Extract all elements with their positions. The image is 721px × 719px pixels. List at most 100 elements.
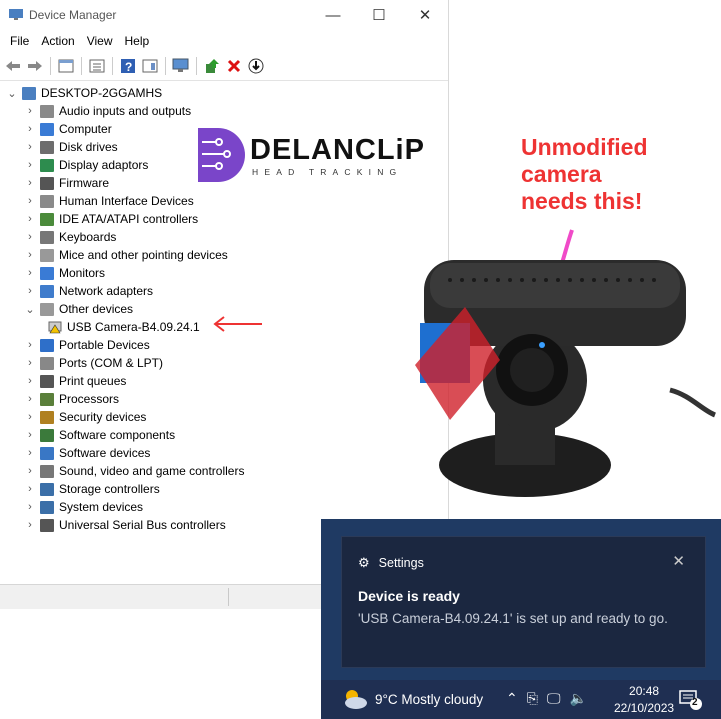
clock[interactable]: 20:48 22/10/2023 [614,683,674,717]
scan-hardware-icon[interactable] [172,57,190,75]
chevron-right-icon[interactable]: › [24,501,36,513]
tree-category-item[interactable]: › Storage controllers [24,480,160,498]
chevron-right-icon[interactable]: › [24,285,36,297]
delanclip-logo-mark [198,128,245,182]
tree-category-item[interactable]: › Computer [24,120,112,138]
chevron-right-icon[interactable]: › [24,231,36,243]
list-view-icon[interactable] [88,57,106,75]
tree-category-item[interactable]: › Human Interface Devices [24,192,194,210]
system-device-icon [40,500,54,514]
notification-toast[interactable]: ⚙ Settings ✕ Device is ready 'USB Camera… [341,536,706,668]
chevron-right-icon[interactable]: › [24,429,36,441]
download-driver-icon[interactable] [247,57,265,75]
menu-action[interactable]: Action [35,34,80,48]
tree-category-item[interactable]: ⌄ Other devices [24,300,133,318]
weather-cloudy-icon[interactable] [341,687,369,711]
back-arrow-icon[interactable] [4,57,22,75]
tree-category-item[interactable]: › Universal Serial Bus controllers [24,516,226,534]
chevron-right-icon[interactable]: › [24,177,36,189]
help-icon[interactable]: ? [119,57,137,75]
minimize-button[interactable]: — [310,0,356,30]
logo-tagline: HEAD TRACKING [252,167,403,177]
chevron-right-icon[interactable]: › [24,465,36,477]
annotation-line: Unmodified [521,134,648,160]
tree-item-label: Keyboards [59,230,117,244]
toast-close-button[interactable]: ✕ [672,552,685,570]
tree-category-item[interactable]: › Software devices [24,444,150,462]
menu-help[interactable]: Help [119,34,156,48]
tree-category-item[interactable]: › Monitors [24,264,105,282]
software-component-icon [40,428,54,442]
menu-file[interactable]: File [4,34,35,48]
chevron-right-icon[interactable]: › [24,483,36,495]
tree-category-item[interactable]: › Audio inputs and outputs [24,102,191,120]
tree-category-item[interactable]: › Mice and other pointing devices [24,246,228,264]
chevron-right-icon[interactable]: › [24,447,36,459]
action-pane-icon[interactable] [141,57,159,75]
tree-category-item[interactable]: › Processors [24,390,119,408]
tree-category-item[interactable]: › Ports (COM & LPT) [24,354,163,372]
toolbar: ? [0,52,448,81]
close-button[interactable]: ✕ [402,0,448,30]
weather-text[interactable]: 9°C Mostly cloudy [375,692,483,707]
chevron-right-icon[interactable]: › [24,411,36,423]
chevron-down-icon[interactable]: ⌄ [6,87,18,100]
chevron-right-icon[interactable]: › [24,105,36,117]
system-tray: ⌃ ⎘ 🖵 🔈 [506,690,587,707]
device-manager-app-icon [9,9,23,21]
volume-icon[interactable]: 🔈 [569,690,586,707]
notification-center-icon[interactable]: 2 [679,689,703,714]
chevron-right-icon[interactable]: › [24,141,36,153]
tree-category-item[interactable]: › Network adapters [24,282,153,300]
processor-icon [40,392,54,406]
tree-category-item[interactable]: › Security devices [24,408,146,426]
update-driver-icon[interactable] [203,57,221,75]
maximize-button[interactable]: ☐ [356,0,402,30]
chevron-right-icon[interactable]: › [24,519,36,531]
tree-item-label: Universal Serial Bus controllers [59,518,226,532]
chevron-up-icon[interactable]: ⌃ [506,690,518,707]
tree-category-item[interactable]: › Keyboards [24,228,116,246]
network-icon[interactable]: 🖵 [547,690,561,707]
tree-item-label: Other devices [59,302,134,316]
unknown-device-icon [40,302,54,316]
toolbar-separator [196,57,197,75]
tree-category-item[interactable]: › System devices [24,498,143,516]
chevron-right-icon[interactable]: › [24,357,36,369]
software-device-icon [40,446,54,460]
toolbar-separator [165,57,166,75]
uninstall-device-icon[interactable] [225,57,243,75]
toast-app-name: Settings [378,556,424,570]
tree-item-label: Audio inputs and outputs [59,104,192,118]
tree-category-item[interactable]: › Portable Devices [24,336,150,354]
usb-icon [40,518,54,532]
svg-text:?: ? [125,60,132,74]
tree-category-item[interactable]: › Print queues [24,372,126,390]
tree-category-item[interactable]: › Software components [24,426,175,444]
chevron-right-icon[interactable]: › [24,267,36,279]
tree-category-item[interactable]: › Disk drives [24,138,118,156]
tree-root[interactable]: ⌄ DESKTOP-2GGAMHS [6,84,162,102]
properties-window-icon[interactable] [57,57,75,75]
menu-view[interactable]: View [81,34,119,48]
chevron-right-icon[interactable]: › [24,375,36,387]
tree-item-label: Firmware [59,176,109,190]
tree-category-item[interactable]: › Sound, video and game controllers [24,462,244,480]
chevron-right-icon[interactable]: › [24,393,36,405]
tree-child-item[interactable]: USB Camera-B4.09.24.1 [48,318,200,336]
chevron-right-icon[interactable]: › [24,249,36,261]
chevron-down-icon[interactable]: ⌄ [24,303,36,316]
chevron-right-icon[interactable]: › [24,159,36,171]
chevron-right-icon[interactable]: › [24,195,36,207]
forward-arrow-icon[interactable] [26,57,44,75]
tree-category-item[interactable]: › Firmware [24,174,109,192]
status-divider [228,588,229,606]
chevron-right-icon[interactable]: › [24,339,36,351]
meet-now-icon[interactable]: ⎘ [527,690,538,707]
tree-item-label: System devices [59,500,144,514]
chevron-right-icon[interactable]: › [24,123,36,135]
chevron-right-icon[interactable]: › [24,213,36,225]
computer-icon [22,86,36,100]
tree-category-item[interactable]: › Display adaptors [24,156,148,174]
tree-category-item[interactable]: › IDE ATA/ATAPI controllers [24,210,198,228]
